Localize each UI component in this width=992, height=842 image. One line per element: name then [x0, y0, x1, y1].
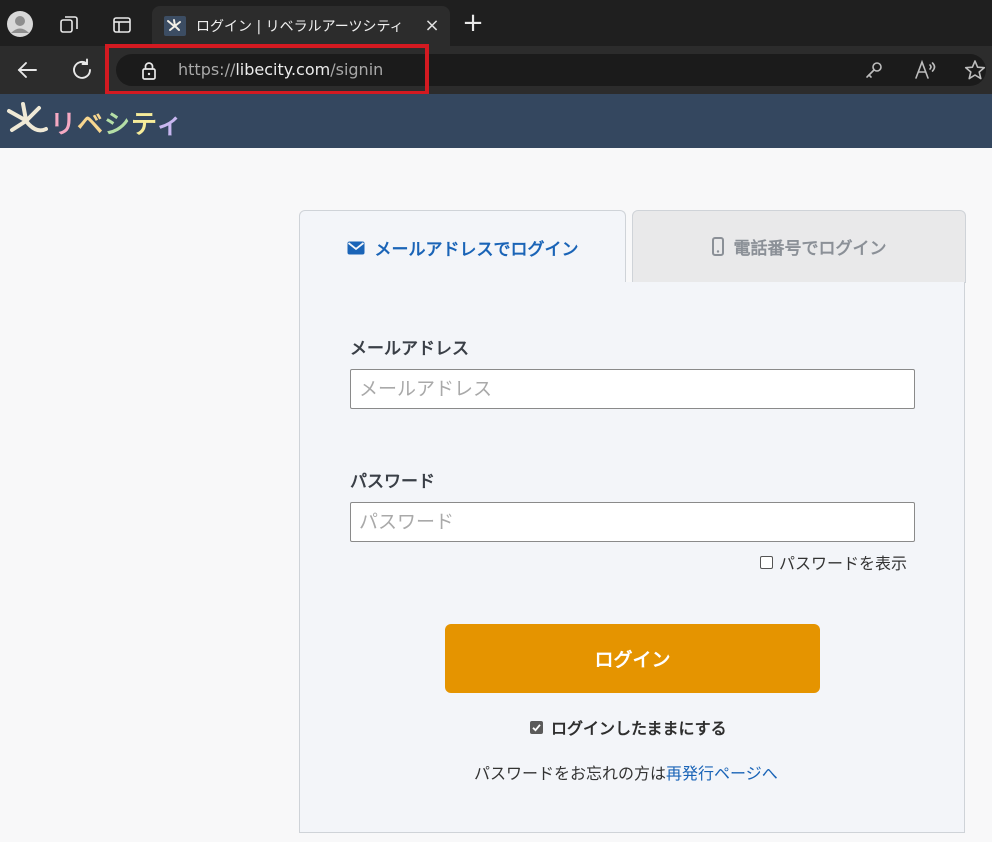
remember-login-toggle[interactable]: ログインしたままにする	[530, 715, 727, 739]
tab-phone-login[interactable]: 電話番号でログイン	[632, 210, 966, 283]
read-aloud-icon[interactable]	[914, 59, 938, 81]
site-favicon-icon	[164, 16, 186, 36]
remember-login-checkbox-icon[interactable]	[530, 720, 543, 734]
login-button[interactable]: ログイン	[445, 624, 820, 693]
logo-char-3: シ	[104, 110, 132, 140]
tab-email-login[interactable]: メールアドレスでログイン	[299, 210, 626, 284]
mobile-phone-icon	[711, 237, 724, 256]
password-label: パスワード	[350, 472, 435, 492]
envelope-icon	[347, 241, 364, 254]
tab-actions-icon[interactable]	[112, 15, 132, 35]
tab-email-label: メールアドレスでログイン	[374, 240, 579, 260]
logo-text: リベシティ	[50, 104, 184, 141]
url-highlight-box	[105, 44, 429, 95]
tab-title: ログイン | リベラルアーツシティ	[196, 19, 404, 35]
browser-tab-active[interactable]: ログイン | リベラルアーツシティ ×	[152, 6, 450, 46]
logo-char-1: リ	[50, 110, 78, 140]
site-header: リベシティ	[0, 94, 992, 148]
site-logo[interactable]: リベシティ	[6, 100, 184, 142]
show-password-checkbox[interactable]	[760, 555, 773, 569]
profile-avatar-icon[interactable]	[6, 10, 34, 38]
browser-tab-bar: ログイン | リベラルアーツシティ × +	[0, 0, 992, 46]
show-password-toggle[interactable]: パスワードを表示	[760, 550, 907, 574]
logo-char-4: テ	[131, 110, 157, 140]
logo-leaf-icon	[7, 102, 48, 133]
workspaces-icon[interactable]	[58, 14, 80, 36]
favorite-star-icon[interactable]	[964, 59, 986, 81]
tab-close-button[interactable]: ×	[422, 14, 442, 36]
logo-char-2: ベ	[77, 110, 105, 140]
key-icon[interactable]	[864, 60, 884, 80]
back-arrow-icon[interactable]	[14, 58, 40, 82]
logo-char-5: ィ	[156, 110, 184, 140]
show-password-label: パスワードを表示	[779, 554, 908, 573]
forgot-password-text: パスワードをお忘れの方は	[474, 764, 667, 783]
password-input[interactable]	[350, 502, 915, 542]
email-input[interactable]	[350, 369, 915, 409]
new-tab-button[interactable]: +	[460, 8, 486, 38]
forgot-password-line: パスワードをお忘れの方は再発行ページへ	[474, 760, 778, 784]
tab-phone-label: 電話番号でログイン	[733, 239, 887, 259]
reissue-page-link[interactable]: 再発行ページへ	[666, 764, 778, 783]
reload-icon[interactable]	[70, 58, 94, 82]
email-label: メールアドレス	[350, 339, 469, 359]
remember-login-label: ログインしたままにする	[551, 719, 727, 738]
